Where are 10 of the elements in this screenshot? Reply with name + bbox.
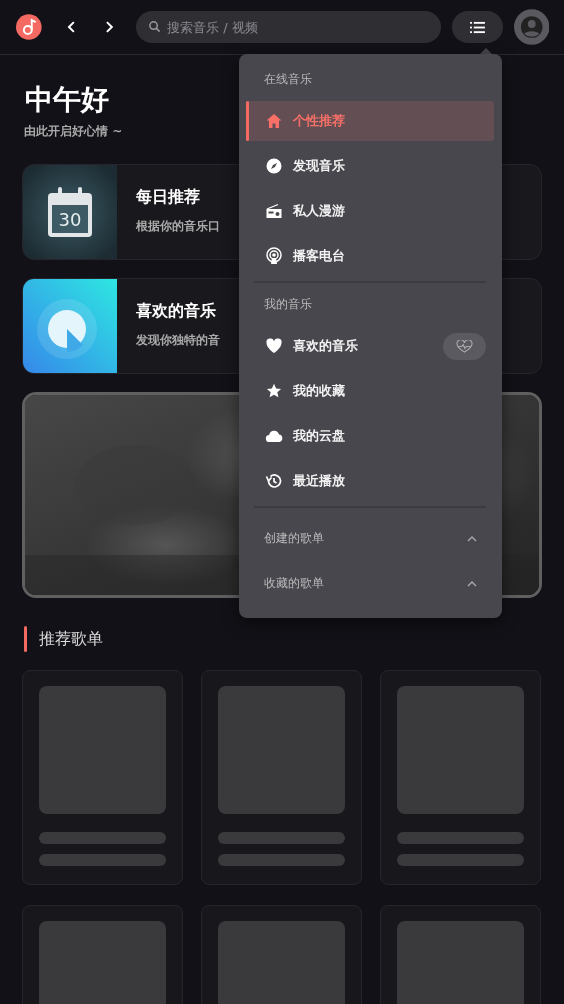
card-subtitle: 发现你独特的音 <box>136 332 220 349</box>
card-title: 喜欢的音乐 <box>136 301 217 322</box>
menu-section-label: 在线音乐 <box>263 71 313 88</box>
card-title: 每日推荐 <box>136 187 201 208</box>
greeting-title: 中午好 <box>25 82 110 118</box>
section-title: 推荐歌单 <box>39 628 103 650</box>
greeting-subtitle: 由此开启好心情 ~ <box>24 123 124 140</box>
menu-section-label: 我的音乐 <box>263 296 313 313</box>
card-subtitle: 根据你的音乐口 <box>136 218 220 235</box>
calendar-date: 30 <box>52 205 88 233</box>
